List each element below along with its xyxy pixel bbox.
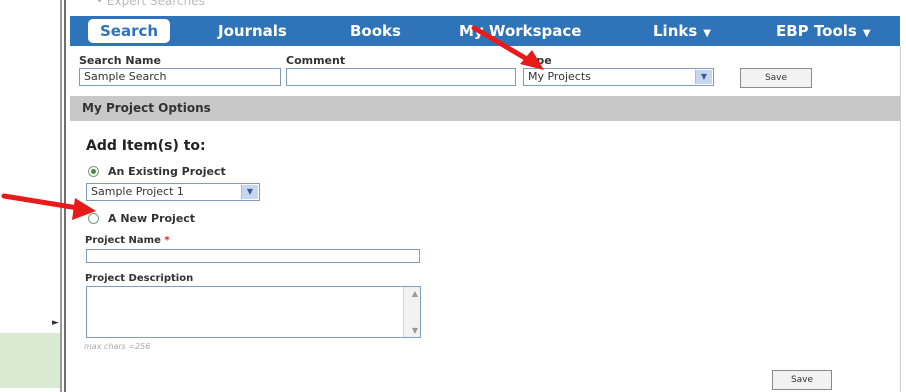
tab-ebp-tools-label: EBP Tools [776, 22, 857, 40]
red-arrow-annotation-new-project [1, 193, 96, 220]
expand-arrow-icon: ► [52, 318, 59, 328]
project-name-input[interactable] [86, 249, 420, 263]
save-search-button[interactable]: Save [740, 68, 812, 88]
search-name-input[interactable]: Sample Search [79, 68, 281, 86]
background-panel [0, 333, 60, 388]
chevron-down-icon: ▼ [695, 70, 712, 84]
chevron-down-icon: ▼ [241, 185, 258, 199]
scroll-down-icon[interactable]: ▼ [412, 326, 418, 335]
section-title: My Project Options [82, 101, 211, 115]
project-name-label-text: Project Name [85, 235, 161, 246]
tab-search[interactable]: Search [88, 19, 171, 43]
tab-links-label: Links [653, 22, 698, 40]
tab-journals[interactable]: Journals [218, 18, 287, 44]
scroll-up-icon[interactable]: ▲ [412, 289, 418, 298]
my-project-options-header: My Project Options [70, 96, 900, 121]
tab-links[interactable]: Links ▼ [653, 18, 711, 44]
new-project-label: A New Project [108, 212, 196, 225]
save-search-panel: Search Name Sample Search Comment Type M… [70, 46, 901, 392]
expert-searches-link[interactable]: • Expert Searches [96, 0, 205, 8]
project-name-label: Project Name * [85, 235, 170, 246]
red-arrow-annotation-type [471, 25, 544, 70]
existing-project-select[interactable]: Sample Project 1 ▼ [86, 183, 260, 201]
existing-project-label: An Existing Project [108, 165, 226, 178]
radio-existing-project[interactable] [88, 166, 99, 177]
add-items-heading: Add Item(s) to: [86, 138, 206, 154]
chevron-down-icon: ▼ [862, 28, 871, 39]
tab-ebp-tools[interactable]: EBP Tools ▼ [776, 18, 871, 44]
required-mark: * [164, 235, 170, 246]
search-name-label: Search Name [79, 54, 161, 67]
project-description-label: Project Description [85, 273, 194, 284]
existing-project-value: Sample Project 1 [91, 185, 184, 198]
type-select[interactable]: My Projects ▼ [523, 68, 714, 86]
comment-label: Comment [286, 54, 346, 67]
chevron-down-icon: ▼ [703, 28, 711, 39]
tab-books[interactable]: Books [350, 18, 401, 44]
max-chars-hint: max chars =256 [84, 342, 151, 351]
project-description-textarea[interactable]: ▲ ▼ [86, 286, 421, 338]
save-project-button[interactable]: Save [772, 370, 832, 390]
